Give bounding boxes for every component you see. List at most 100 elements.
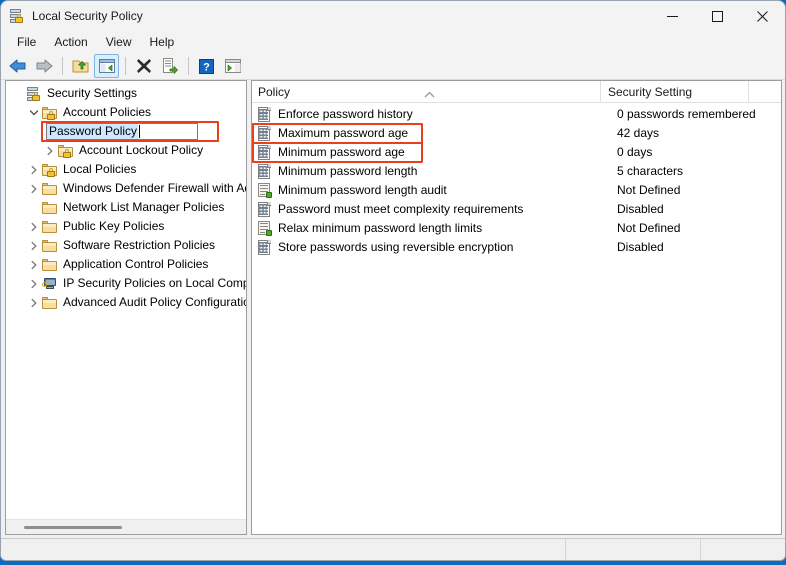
policy-name: Password must meet complexity requiremen… [278, 202, 524, 216]
chevron-right-icon[interactable] [42, 141, 58, 160]
tree-item-account-lockout-policy[interactable]: Account Lockout Policy [6, 141, 246, 160]
tree-item-network-list-manager-policies[interactable]: Network List Manager Policies [6, 198, 246, 217]
export-list-icon[interactable] [157, 54, 182, 78]
column-header-extra[interactable] [748, 81, 781, 102]
policy-row[interactable]: Password must meet complexity requiremen… [252, 200, 781, 219]
policy-doc-icon [257, 201, 273, 218]
local-security-policy-window: Local Security Policy File Action View H… [0, 0, 786, 561]
computer-key-icon [42, 276, 58, 292]
toolbar-separator [125, 57, 126, 75]
tree-item-account-policies[interactable]: Account Policies [6, 103, 246, 122]
policy-doc-icon [257, 106, 273, 123]
policy-list-pane: Policy Security Setting Enforce password… [251, 80, 782, 535]
policy-row[interactable]: Enforce password history 0 passwords reme… [252, 105, 781, 124]
tree-item-windows-defender-firewall-with-adva[interactable]: Windows Defender Firewall with Adva [6, 179, 246, 198]
status-segment-main [1, 539, 565, 560]
column-header-security-setting-label: Security Setting [608, 85, 693, 99]
ascending-caret-icon [424, 83, 435, 105]
title-bar: Local Security Policy [1, 1, 785, 31]
tree-item-password-policy[interactable]: Password Policy [6, 121, 246, 142]
tree-item-ip-security-policies-on-local-compute[interactable]: IP Security Policies on Local Compute [6, 274, 246, 293]
show-hide-console-tree-icon[interactable] [94, 54, 119, 78]
chevron-down-icon[interactable] [26, 103, 42, 122]
status-segment-secondary [565, 539, 700, 560]
tree-item-label: Security Settings [47, 86, 138, 100]
policy-row[interactable]: Minimum password length 5 characters [252, 162, 781, 181]
tree-item-public-key-policies[interactable]: Public Key Policies [6, 217, 246, 236]
minimize-button[interactable] [650, 1, 695, 31]
console-tree[interactable]: Security Settings Account Policies Passwor… [6, 81, 246, 519]
policy-rows[interactable]: Enforce password history 0 passwords reme… [252, 103, 781, 534]
menu-help[interactable]: Help [141, 32, 184, 52]
chevron-right-icon[interactable] [26, 274, 42, 293]
tree-item-label: Account Lockout Policy [79, 143, 204, 157]
policy-doc-icon [257, 163, 273, 180]
maximize-button[interactable] [695, 1, 740, 31]
menu-file[interactable]: File [8, 32, 45, 52]
policy-audit-icon [257, 182, 273, 199]
menu-action[interactable]: Action [45, 32, 96, 52]
folder-lock-icon [58, 143, 74, 159]
tree-item-advanced-audit-policy-configuration[interactable]: Advanced Audit Policy Configuration [6, 293, 246, 312]
help-icon[interactable]: ? [194, 54, 219, 78]
policy-doc-icon [257, 239, 273, 256]
tree-item-software-restriction-policies[interactable]: Software Restriction Policies [6, 236, 246, 255]
chevron-right-icon[interactable] [26, 160, 42, 179]
tree-item-security-settings[interactable]: Security Settings [6, 84, 246, 103]
tree-item-label: Password Policy [47, 124, 139, 139]
status-bar [1, 538, 785, 560]
close-button[interactable] [740, 1, 785, 31]
policy-row[interactable]: Maximum password age 42 days [252, 123, 781, 144]
console-tree-pane: Security Settings Account Policies Passwor… [5, 80, 247, 535]
tree-horizontal-scrollbar[interactable] [6, 519, 246, 534]
policy-name: Relax minimum password length limits [278, 221, 483, 235]
tree-scrollbar-thumb[interactable] [24, 526, 122, 529]
policy-doc-icon [257, 125, 273, 142]
policy-row[interactable]: Store passwords using reversible encrypt… [252, 238, 781, 257]
menu-bar: File Action View Help [1, 31, 785, 53]
tree-item-label: Account Policies [63, 105, 152, 119]
policy-security-setting: Disabled [617, 202, 664, 216]
chevron-right-icon[interactable] [26, 236, 42, 255]
window-controls [650, 1, 785, 31]
policy-security-setting: 42 days [617, 126, 660, 140]
column-header-policy-label: Policy [258, 85, 291, 99]
text-caret [139, 125, 141, 138]
policy-security-setting: 5 characters [617, 164, 684, 178]
policy-row[interactable]: Minimum password length audit Not Defined [252, 181, 781, 200]
show-hide-action-pane-icon[interactable] [220, 54, 245, 78]
chevron-right-icon[interactable] [26, 179, 42, 198]
tree-item-local-policies[interactable]: Local Policies [6, 160, 246, 179]
folder-icon [42, 295, 58, 311]
tree-item-rename-input[interactable]: Password Policy [46, 123, 198, 140]
back-icon[interactable] [5, 54, 30, 78]
policy-security-setting: 0 days [617, 145, 653, 159]
tree-item-label: Network List Manager Policies [63, 200, 225, 214]
tree-item-label: Local Policies [63, 162, 137, 176]
policy-audit-icon [257, 220, 273, 237]
policy-row[interactable]: Minimum password age 0 days [252, 142, 781, 163]
policy-doc-icon [257, 144, 273, 161]
policy-row[interactable]: Relax minimum password length limits Not … [252, 219, 781, 238]
column-header-security-setting[interactable]: Security Setting [600, 81, 748, 102]
policy-name: Minimum password age [278, 145, 405, 159]
policy-name: Maximum password age [278, 126, 409, 140]
tree-item-application-control-policies[interactable]: Application Control Policies [6, 255, 246, 274]
forward-icon[interactable] [31, 54, 56, 78]
toolbar-separator [188, 57, 189, 75]
tree-chevron-spacer [10, 84, 26, 103]
up-one-level-icon[interactable] [68, 54, 93, 78]
policy-name: Minimum password length audit [278, 183, 447, 197]
policy-name: Store passwords using reversible encrypt… [278, 240, 514, 254]
delete-icon[interactable] [131, 54, 156, 78]
toolbar: ? [1, 53, 785, 80]
tree-item-label: Software Restriction Policies [63, 238, 216, 252]
tree-item-label: Advanced Audit Policy Configuration [63, 295, 246, 309]
tree-item-label: Application Control Policies [63, 257, 209, 271]
column-header-policy[interactable]: Policy [252, 81, 600, 102]
menu-view[interactable]: View [97, 32, 141, 52]
chevron-right-icon[interactable] [26, 293, 42, 312]
chevron-right-icon[interactable] [26, 217, 42, 236]
security-policy-icon [9, 8, 25, 24]
chevron-right-icon[interactable] [26, 255, 42, 274]
